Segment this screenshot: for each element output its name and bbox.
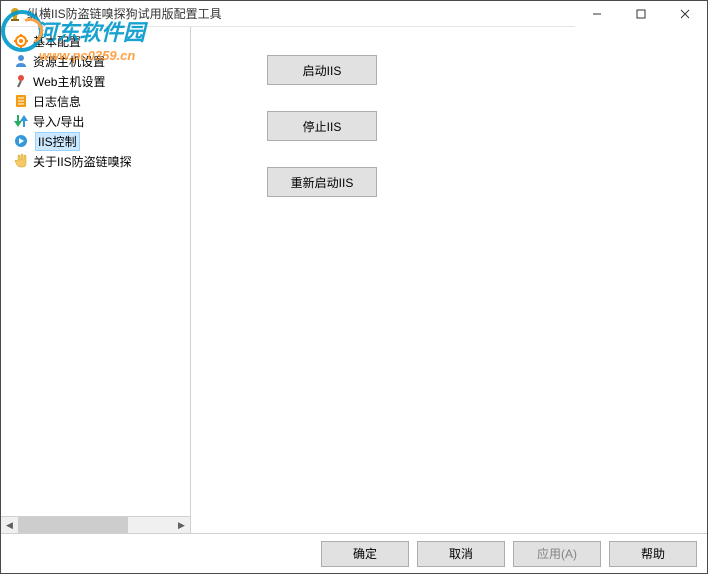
scrollbar-thumb[interactable] <box>18 517 128 534</box>
sidebar-item-basic-config[interactable]: 基本配置 <box>3 31 188 51</box>
app-icon <box>7 6 23 22</box>
window-title: 纵横IIS防盗链嗅探狗试用版配置工具 <box>27 5 222 22</box>
start-iis-button[interactable]: 启动IIS <box>267 55 377 85</box>
sidebar-item-label: 日志信息 <box>33 92 81 111</box>
pin-icon <box>13 73 29 89</box>
content-area: 基本配置 资源主机设置 Web主机设置 <box>1 27 707 533</box>
ok-button[interactable]: 确定 <box>321 541 409 567</box>
scroll-left-arrow[interactable]: ◀ <box>1 517 18 534</box>
help-button[interactable]: 帮助 <box>609 541 697 567</box>
close-button[interactable] <box>663 1 707 27</box>
sidebar-item-about[interactable]: 关于IIS防盗链嗅探 <box>3 151 188 171</box>
cancel-button[interactable]: 取消 <box>417 541 505 567</box>
maximize-button[interactable] <box>619 1 663 27</box>
sidebar-item-label: 基本配置 <box>33 32 81 51</box>
horizontal-scrollbar[interactable]: ◀ ▶ <box>1 516 190 533</box>
scroll-right-arrow[interactable]: ▶ <box>173 517 190 534</box>
footer: 确定 取消 应用(A) 帮助 <box>1 533 707 573</box>
minimize-button[interactable] <box>575 1 619 27</box>
sidebar-item-log-info[interactable]: 日志信息 <box>3 91 188 111</box>
sidebar-item-resource-host[interactable]: 资源主机设置 <box>3 51 188 71</box>
sidebar-item-web-host[interactable]: Web主机设置 <box>3 71 188 91</box>
hand-icon <box>13 153 29 169</box>
main-panel: 启动IIS 停止IIS 重新启动IIS <box>191 27 707 533</box>
sidebar-item-label: 资源主机设置 <box>33 52 105 71</box>
user-icon <box>13 53 29 69</box>
sidebar-item-label: 关于IIS防盗链嗅探 <box>33 152 132 171</box>
play-icon <box>13 133 29 149</box>
sidebar-item-import-export[interactable]: 导入/导出 <box>3 111 188 131</box>
app-window: 纵横IIS防盗链嗅探狗试用版配置工具 河东软件园 www.pc0359.cn <box>0 0 708 574</box>
sidebar-item-label: Web主机设置 <box>33 72 105 91</box>
scrollbar-track[interactable] <box>18 517 173 534</box>
sidebar: 基本配置 资源主机设置 Web主机设置 <box>1 27 191 533</box>
sidebar-item-label: IIS控制 <box>35 132 80 151</box>
restart-iis-button[interactable]: 重新启动IIS <box>267 167 377 197</box>
window-controls <box>575 1 707 27</box>
stop-iis-button[interactable]: 停止IIS <box>267 111 377 141</box>
arrow-icon <box>13 113 29 129</box>
sidebar-item-iis-control[interactable]: IIS控制 <box>3 131 188 151</box>
sidebar-item-label: 导入/导出 <box>33 112 84 131</box>
gear-icon <box>13 33 29 49</box>
book-icon <box>13 93 29 109</box>
apply-button[interactable]: 应用(A) <box>513 541 601 567</box>
titlebar: 纵横IIS防盗链嗅探狗试用版配置工具 <box>1 1 707 27</box>
nav-tree: 基本配置 资源主机设置 Web主机设置 <box>1 27 190 516</box>
